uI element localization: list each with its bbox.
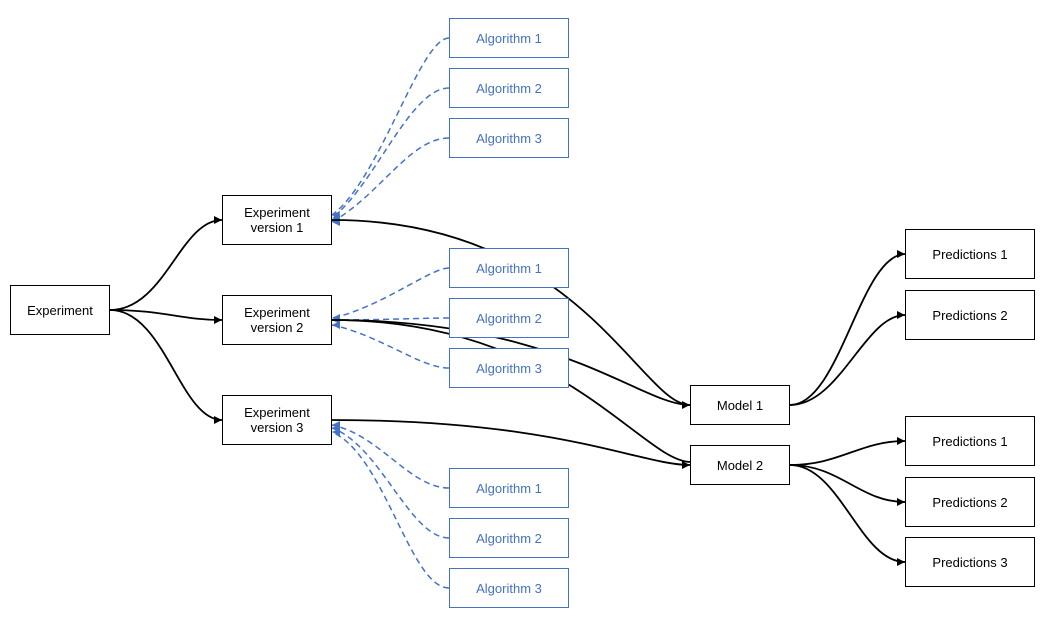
predictions1-model1-node: Predictions 1 (905, 229, 1035, 279)
exp-version-2-node: Experiment version 2 (222, 295, 332, 345)
alg2-group1-node: Algorithm 2 (449, 68, 569, 108)
exp-version-3-node: Experiment version 3 (222, 395, 332, 445)
alg1-group2-node: Algorithm 1 (449, 248, 569, 288)
predictions1-model2-node: Predictions 1 (905, 416, 1035, 466)
model1-node: Model 1 (690, 385, 790, 425)
experiment-node: Experiment (10, 285, 110, 335)
model2-node: Model 2 (690, 445, 790, 485)
alg3-group2-node: Algorithm 3 (449, 348, 569, 388)
alg1-group3-node: Algorithm 1 (449, 468, 569, 508)
alg2-group2-node: Algorithm 2 (449, 298, 569, 338)
exp-version-1-node: Experiment version 1 (222, 195, 332, 245)
alg2-group3-node: Algorithm 2 (449, 518, 569, 558)
alg3-group1-node: Algorithm 3 (449, 118, 569, 158)
predictions2-model1-node: Predictions 2 (905, 290, 1035, 340)
alg1-group1-node: Algorithm 1 (449, 18, 569, 58)
alg3-group3-node: Algorithm 3 (449, 568, 569, 608)
predictions2-model2-node: Predictions 2 (905, 477, 1035, 527)
predictions3-model2-node: Predictions 3 (905, 537, 1035, 587)
